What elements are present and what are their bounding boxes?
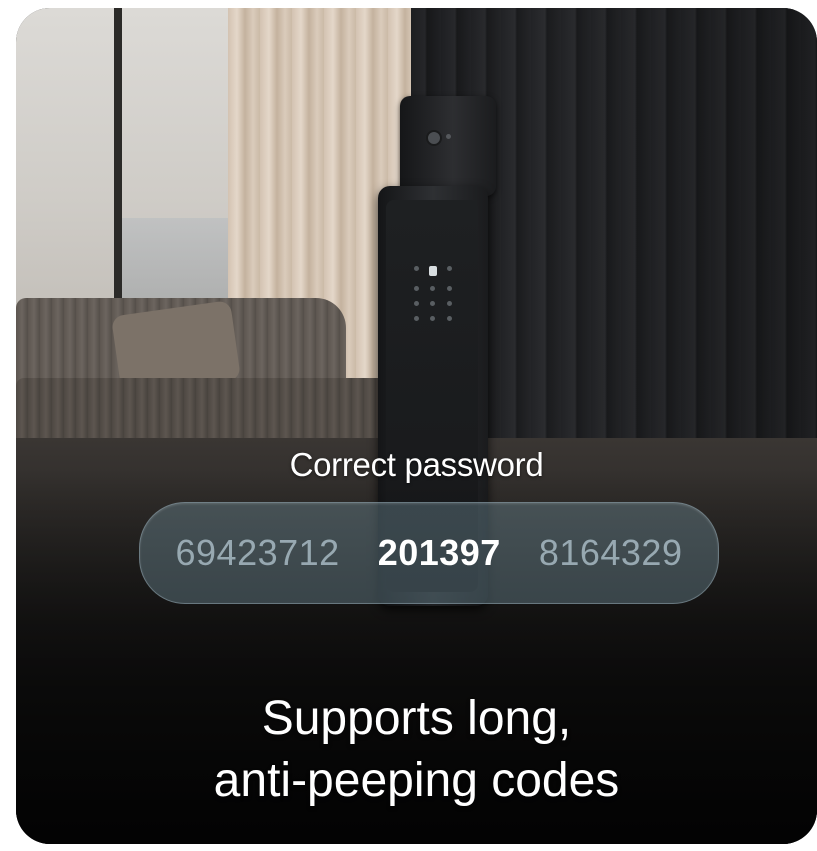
headline: Supports long, anti-peeping codes [16,688,817,812]
headline-line-1: Supports long, [261,692,572,745]
headline-line-2: anti-peeping codes [213,754,620,807]
code-decoy-left: 69423712 [175,532,340,573]
status-label: Correct password [289,446,544,483]
promo-card: Correct password 69423712 201397 8164329… [16,8,817,844]
password-code-pill: 69423712 201397 8164329 [139,502,719,604]
code-decoy-right: 8164329 [538,532,683,573]
code-correct: 201397 [377,532,501,573]
